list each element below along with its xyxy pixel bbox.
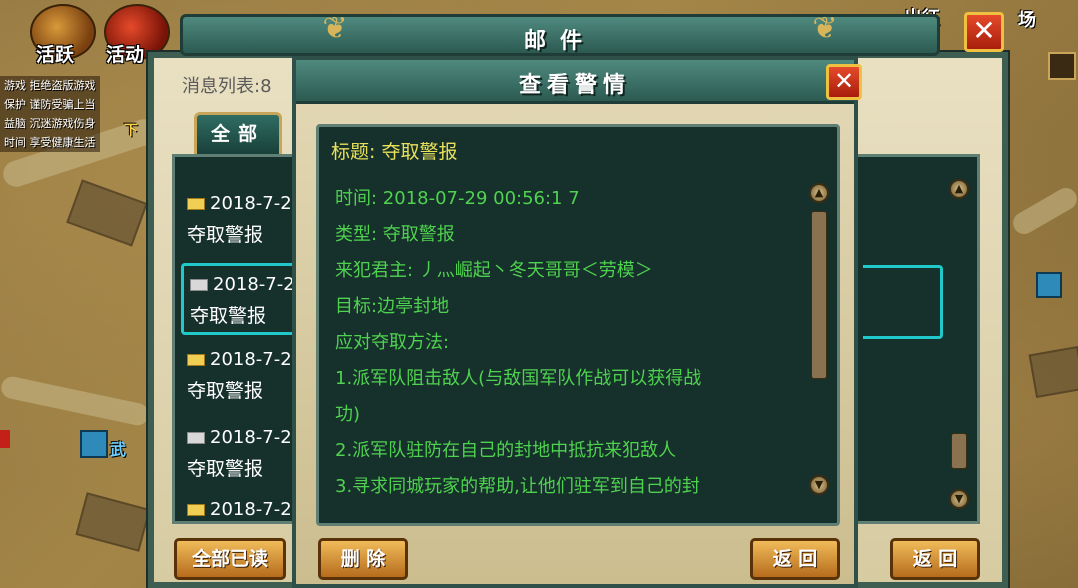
scroll-up-icon[interactable]: ▲ — [809, 183, 829, 203]
alert-method-3: 3.寻求同城玩家的帮助,让他们驻军到自己的封 — [335, 476, 700, 497]
alert-target: 目标:边亭封地 — [335, 296, 450, 317]
alert-subject: 标题: 夺取警报 — [331, 141, 458, 163]
city-marker-icon[interactable] — [80, 430, 108, 458]
map-fort — [1028, 345, 1078, 399]
alert-attacker: 来犯君主: 丿灬崛起丶冬天哥哥＜劳模＞ — [335, 260, 653, 281]
mail-date: 2018-7-2 — [210, 499, 292, 520]
city-marker-icon[interactable] — [1036, 272, 1062, 298]
ornament-right-icon: ❦ — [812, 11, 838, 46]
alert-method-1-cont: 功) — [335, 404, 361, 425]
mail-close-button[interactable]: ✕ — [964, 12, 1004, 52]
mail-date: 2018-7-2 — [210, 193, 292, 214]
mail-subject: 夺取警报 — [187, 458, 264, 480]
message-list-label: 消息列表:8 — [182, 76, 272, 97]
notice-line: 益脑 沉迷游戏伤身 — [0, 114, 100, 133]
scroll-down-icon[interactable]: ▼ — [949, 489, 969, 509]
menu-icon[interactable] — [1048, 52, 1076, 80]
alert-methods-heading: 应对夺取方法: — [335, 332, 450, 353]
scroll-down-icon[interactable]: ▼ — [809, 475, 829, 495]
alert-method-1: 1.派军队阻击敌人(与敌国军队作战可以获得战 — [335, 368, 702, 389]
scroll-thumb[interactable] — [951, 433, 967, 469]
mail-subject: 夺取警报 — [187, 380, 264, 402]
mail-list-item-selected[interactable]: 2018-7-2 夺取警报 — [181, 263, 297, 335]
mail-list-item[interactable]: 2018-7-2 — [181, 491, 297, 521]
ornament-left-icon: ❦ — [322, 11, 348, 46]
mail-date: 2018-7-2 — [210, 349, 292, 370]
event-label: 活动 — [106, 44, 145, 66]
mail-back-button[interactable]: 返 回 — [890, 538, 980, 580]
alert-time: 时间: 2018-07-29 00:56:1 7 — [335, 188, 580, 209]
notice-line: 游戏 拒绝盗版游戏 — [0, 76, 100, 95]
mail-date: 2018-7-2 — [213, 274, 294, 295]
alert-back-button[interactable]: 返 回 — [750, 538, 840, 580]
mail-date: 2018-7-2 — [210, 427, 292, 448]
activity-label: 活跃 — [36, 44, 75, 66]
xia-label: 下 — [124, 123, 138, 139]
mark-all-read-button[interactable]: 全部已读 — [174, 538, 286, 580]
mail-list-item[interactable]: 2018-7-2 夺取警报 — [181, 419, 297, 491]
mail-list-item[interactable]: 2018-7-2 夺取警报 — [181, 341, 297, 413]
mail-list-item[interactable]: 2018-7-2 夺取警报 — [181, 185, 297, 257]
alert-dialog: 查看警情 ✕ 标题: 夺取警报 时间: 2018-07-29 00:56:1 7… — [292, 56, 862, 588]
scroll-up-icon[interactable]: ▲ — [949, 179, 969, 199]
alert-scrollbar[interactable]: ▲ ▼ — [809, 127, 831, 507]
alert-type: 类型: 夺取警报 — [335, 224, 455, 245]
unread-envelope-icon — [187, 504, 205, 516]
notice-line: 保护 谨防受骗上当 — [0, 95, 100, 114]
alert-close-button[interactable]: ✕ — [826, 64, 862, 100]
alert-title: 查看警情 — [518, 73, 631, 98]
alert-content-panel: 标题: 夺取警报 时间: 2018-07-29 00:56:1 7 类型: 夺取… — [316, 124, 840, 526]
tab-all[interactable]: 全部 — [194, 112, 282, 156]
unread-envelope-icon — [187, 354, 205, 366]
wu-label: 武 — [110, 440, 127, 459]
mail-list-scrollbar[interactable]: ▲ ▼ — [949, 175, 969, 515]
read-envelope-icon — [187, 432, 205, 444]
unread-envelope-icon — [187, 198, 205, 210]
selection-outline — [863, 265, 943, 339]
notice-line: 时间 享受健康生活 — [0, 133, 100, 152]
scroll-thumb[interactable] — [811, 211, 827, 379]
arena-label[interactable]: 场 — [1018, 6, 1036, 32]
delete-button[interactable]: 删 除 — [318, 538, 408, 580]
map-flag-icon — [0, 430, 10, 448]
mail-subject: 夺取警报 — [190, 305, 267, 327]
alert-method-2: 2.派军队驻防在自己的封地中抵抗来犯敌人 — [335, 440, 677, 461]
read-envelope-icon — [190, 279, 208, 291]
alert-title-bar: 查看警情 — [296, 60, 854, 104]
mail-subject: 夺取警报 — [187, 224, 264, 246]
